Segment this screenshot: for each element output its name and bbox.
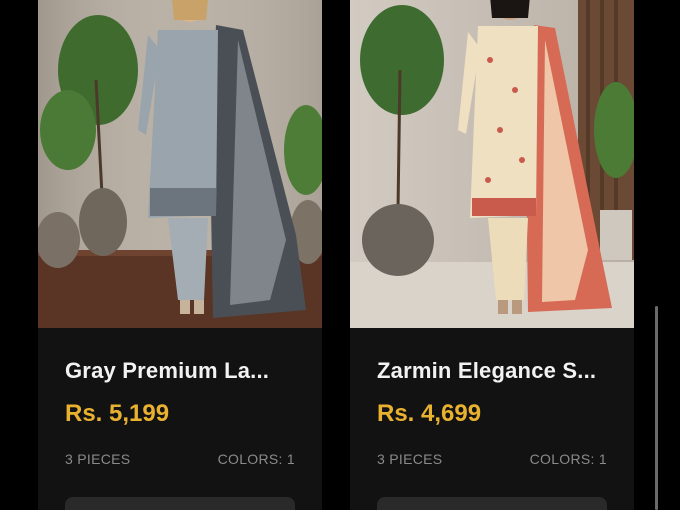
product-image[interactable] (350, 0, 634, 328)
product-card[interactable]: Gray Premium La... Rs. 5,199 3 PIECES CO… (38, 0, 322, 510)
product-info: Zarmin Elegance S... Rs. 4,699 3 PIECES … (350, 328, 634, 510)
product-name[interactable]: Gray Premium La... (65, 358, 305, 384)
product-info: Gray Premium La... Rs. 5,199 3 PIECES CO… (38, 328, 322, 510)
scrollbar[interactable] (655, 306, 658, 510)
product-price: Rs. 4,699 (377, 400, 482, 427)
product-image[interactable] (38, 0, 322, 328)
add-to-cart-button[interactable] (65, 497, 295, 510)
pieces-label: 3 PIECES (65, 451, 131, 467)
pieces-label: 3 PIECES (377, 451, 443, 467)
colors-label: COLORS: 1 (529, 451, 607, 467)
add-to-cart-button[interactable] (377, 497, 607, 510)
colors-label: COLORS: 1 (217, 451, 295, 467)
product-name[interactable]: Zarmin Elegance S... (377, 358, 617, 384)
product-card[interactable]: Zarmin Elegance S... Rs. 4,699 3 PIECES … (350, 0, 634, 510)
product-price: Rs. 5,199 (65, 400, 170, 427)
